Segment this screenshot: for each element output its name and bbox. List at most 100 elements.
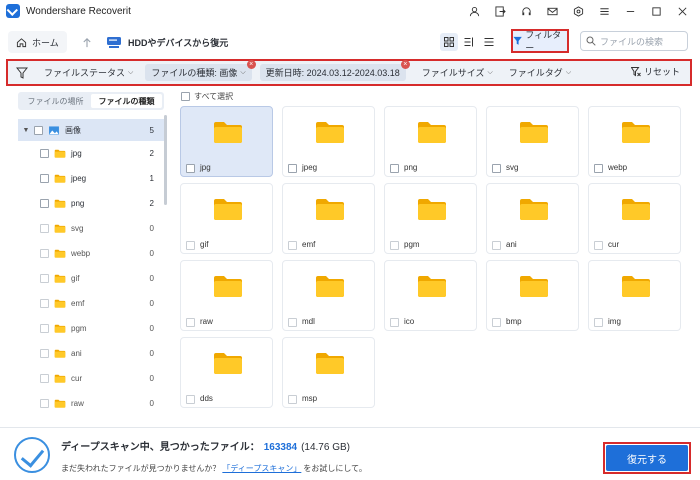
- tree-item[interactable]: cur 0: [18, 366, 164, 391]
- folder-checkbox[interactable]: [594, 241, 603, 250]
- folder-checkbox[interactable]: [390, 241, 399, 250]
- folder-checkbox[interactable]: [186, 241, 195, 250]
- tree-checkbox[interactable]: [40, 324, 49, 333]
- tree-checkbox[interactable]: [40, 249, 49, 258]
- tree-checkbox[interactable]: [40, 149, 49, 158]
- tree-checkbox[interactable]: [40, 374, 49, 383]
- search-input[interactable]: ファイルの検索: [580, 31, 688, 51]
- tree-item[interactable]: jpeg 1: [18, 166, 164, 191]
- tree-checkbox[interactable]: [40, 299, 49, 308]
- up-button[interactable]: [76, 31, 98, 53]
- tree-checkbox[interactable]: [40, 199, 49, 208]
- folder-icon: [316, 122, 344, 143]
- folder-checkbox[interactable]: [186, 395, 195, 404]
- menu-icon[interactable]: [592, 3, 616, 19]
- title-bar: Wondershare Recoverit: [0, 0, 700, 22]
- folder-checkbox[interactable]: [186, 318, 195, 327]
- expand-arrow-icon[interactable]: ▼: [21, 127, 31, 134]
- close-icon[interactable]: [670, 3, 694, 19]
- maximize-icon[interactable]: [644, 3, 668, 19]
- folder-card[interactable]: webp: [588, 106, 681, 177]
- tree-checkbox[interactable]: [40, 399, 49, 408]
- folder-name: webp: [608, 163, 628, 172]
- list-view-icon[interactable]: [480, 33, 498, 51]
- folder-card[interactable]: gif: [180, 183, 273, 254]
- file-tag-dropdown[interactable]: ファイルタグ ⌵: [503, 64, 577, 81]
- settings-hex-icon[interactable]: [566, 3, 590, 19]
- minimize-icon[interactable]: [618, 3, 642, 19]
- folder-checkbox[interactable]: [288, 164, 297, 173]
- folder-card[interactable]: ico: [384, 260, 477, 331]
- select-all-checkbox[interactable]: [181, 92, 190, 101]
- folder-checkbox[interactable]: [492, 318, 501, 327]
- folder-checkbox[interactable]: [288, 241, 297, 250]
- folder-name: raw: [200, 317, 213, 326]
- folder-checkbox[interactable]: [186, 164, 195, 173]
- folder-checkbox[interactable]: [594, 164, 603, 173]
- date-modified-chip[interactable]: 更新日時: 2024.03.12-2024.03.18 ×: [259, 60, 410, 81]
- tree-item[interactable]: pgm 0: [18, 316, 164, 341]
- folder-card[interactable]: svg: [486, 106, 579, 177]
- reset-button[interactable]: リセット: [630, 65, 680, 78]
- clear-filter-icon: [630, 66, 641, 76]
- folder-card[interactable]: bmp: [486, 260, 579, 331]
- headset-icon[interactable]: [514, 3, 538, 19]
- folder-icon: [54, 174, 66, 183]
- folder-name: msp: [302, 394, 318, 403]
- tree-checkbox[interactable]: [40, 224, 49, 233]
- tree-item[interactable]: svg 0: [18, 216, 164, 241]
- tree-checkbox[interactable]: [40, 274, 49, 283]
- file-status-dropdown[interactable]: ファイルステータス ⌵: [38, 64, 139, 81]
- recover-button[interactable]: 復元する: [606, 445, 688, 471]
- mail-icon[interactable]: [540, 3, 564, 19]
- tree-checkbox[interactable]: [40, 349, 49, 358]
- deep-scan-hint: まだ失われたファイルが見つかりませんか？ 「ディープスキャン」 をお試しにして。: [61, 463, 367, 474]
- grid-view-icon[interactable]: [440, 33, 458, 51]
- folder-checkbox[interactable]: [288, 395, 297, 404]
- deep-scan-link[interactable]: 「ディープスキャン」: [222, 463, 301, 474]
- folder-card[interactable]: ani: [486, 183, 579, 254]
- file-type-chip[interactable]: ファイルの種類: 画像 ⌵ ×: [145, 60, 256, 81]
- folder-card[interactable]: jpeg: [282, 106, 375, 177]
- filter-button[interactable]: フィルター: [511, 29, 569, 53]
- folder-checkbox[interactable]: [492, 164, 501, 173]
- tree-item[interactable]: emf 0: [18, 291, 164, 316]
- folder-checkbox[interactable]: [390, 318, 399, 327]
- folder-card[interactable]: pgm: [384, 183, 477, 254]
- tree-item[interactable]: jpg 2: [18, 141, 164, 166]
- sign-out-icon[interactable]: [488, 3, 512, 19]
- tab-file-type[interactable]: ファイルの種類: [91, 94, 162, 108]
- folder-card[interactable]: png: [384, 106, 477, 177]
- folder-checkbox[interactable]: [288, 318, 297, 327]
- home-button[interactable]: ホーム: [8, 31, 67, 53]
- file-size-dropdown[interactable]: ファイルサイズ ⌵: [416, 64, 499, 81]
- tree-checkbox[interactable]: [34, 125, 43, 135]
- tab-file-location[interactable]: ファイルの場所: [20, 94, 91, 108]
- folder-card[interactable]: jpg: [180, 106, 273, 177]
- sidebar-scrollbar[interactable]: [164, 115, 167, 205]
- user-icon[interactable]: [462, 3, 486, 19]
- select-all[interactable]: すべて選択: [181, 91, 233, 102]
- toolbar: ホーム HDDやデバイスから復元 フィルター ファイルの検索: [0, 28, 700, 56]
- remove-chip-icon[interactable]: ×: [400, 60, 410, 69]
- folder-card[interactable]: emf: [282, 183, 375, 254]
- tree-item[interactable]: raw 0: [18, 391, 164, 416]
- reset-label: リセット: [643, 67, 680, 77]
- tree-item[interactable]: webp 0: [18, 241, 164, 266]
- folder-card[interactable]: cur: [588, 183, 681, 254]
- tree-item[interactable]: gif 0: [18, 266, 164, 291]
- folder-card[interactable]: msp: [282, 337, 375, 408]
- folder-card[interactable]: img: [588, 260, 681, 331]
- tree-root-images[interactable]: ▼ 画像 5: [18, 119, 164, 141]
- folder-card[interactable]: mdl: [282, 260, 375, 331]
- folder-checkbox[interactable]: [594, 318, 603, 327]
- folder-card[interactable]: raw: [180, 260, 273, 331]
- remove-chip-icon[interactable]: ×: [246, 60, 256, 69]
- folder-checkbox[interactable]: [390, 164, 399, 173]
- folder-checkbox[interactable]: [492, 241, 501, 250]
- detail-view-icon[interactable]: [460, 33, 478, 51]
- tree-item[interactable]: ani 0: [18, 341, 164, 366]
- tree-item[interactable]: png 2: [18, 191, 164, 216]
- folder-card[interactable]: dds: [180, 337, 273, 408]
- tree-checkbox[interactable]: [40, 174, 49, 183]
